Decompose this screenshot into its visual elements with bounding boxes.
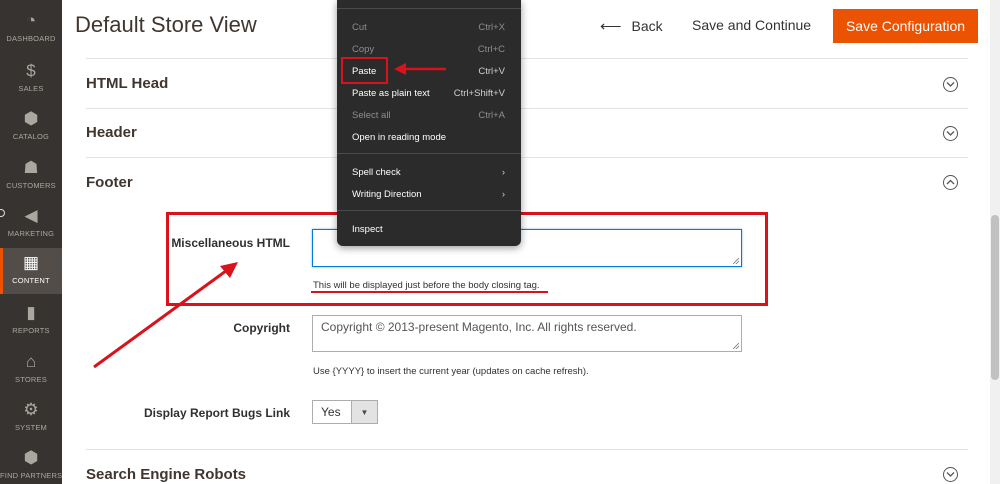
- menu-label: MARKETING: [7, 229, 55, 238]
- menu-label: CUSTOMERS: [6, 181, 56, 190]
- copyright-textarea[interactable]: Copyright © 2013-present Magento, Inc. A…: [312, 315, 742, 352]
- menu-item-dashboard[interactable]: ◔ DASHBOARD: [0, 6, 62, 54]
- dollar-icon: $: [26, 61, 36, 80]
- back-button[interactable]: ⟵ Back: [600, 17, 663, 35]
- ctx-shortcut: Ctrl+V: [478, 65, 505, 77]
- menu-separator: [337, 8, 521, 9]
- ctx-label: Open in reading mode: [352, 131, 447, 143]
- ctx-label: Copy: [352, 43, 375, 55]
- section-title: Search Engine Robots: [86, 466, 247, 483]
- ctx-shortcut: Ctrl+X: [478, 21, 505, 33]
- box-icon: ⬢: [23, 448, 39, 467]
- menu-item-marketing[interactable]: ◀ MARKETING: [0, 201, 62, 249]
- menu-item-find-partners[interactable]: ⬢ FIND PARTNERS: [0, 443, 62, 484]
- paste-arrow-annotation: [394, 63, 446, 75]
- section-title: Header: [86, 124, 137, 141]
- ctx-item-spell-check[interactable]: Spell check ›: [352, 163, 505, 181]
- save-and-continue-button[interactable]: Save and Continue: [692, 17, 811, 33]
- ctx-item-copy[interactable]: Copy Ctrl+C: [352, 40, 505, 58]
- caret-down-icon[interactable]: ▼: [351, 401, 377, 423]
- section-title[interactable]: Footer: [86, 174, 133, 191]
- ctx-item-select-all[interactable]: Select all Ctrl+A: [352, 106, 505, 124]
- ctx-label: Spell check: [352, 166, 401, 178]
- report-bugs-select[interactable]: Yes ▼: [312, 400, 378, 424]
- chevron-down-icon[interactable]: [943, 77, 958, 92]
- chevron-right-icon: ›: [501, 166, 505, 178]
- dashboard-icon: ◔: [25, 11, 37, 30]
- menu-item-stores[interactable]: ⌂ STORES: [0, 347, 62, 395]
- report-bugs-label: Display Report Bugs Link: [143, 406, 290, 420]
- menu-separator: [337, 153, 521, 154]
- ctx-item-cut[interactable]: Cut Ctrl+X: [352, 18, 505, 36]
- ctx-shortcut: Ctrl+Shift+V: [453, 87, 505, 99]
- page-scrollbar[interactable]: [990, 0, 1000, 484]
- menu-label: SYSTEM: [14, 423, 48, 432]
- menu-label: SALES: [18, 84, 44, 93]
- menu-item-reports[interactable]: ▮ REPORTS: [0, 298, 62, 346]
- scrollbar-thumb[interactable]: [991, 215, 999, 380]
- context-menu: Cut Ctrl+X Copy Ctrl+C Paste Ctrl+V Past…: [337, 0, 521, 246]
- save-configuration-button[interactable]: Save Configuration: [833, 9, 978, 43]
- chevron-right-icon: ›: [501, 188, 505, 200]
- cube-icon: ⬢: [23, 109, 39, 128]
- page-title: Default Store View: [75, 12, 257, 37]
- ctx-shortcut: Ctrl+C: [477, 43, 505, 55]
- ctx-item-writing-direction[interactable]: Writing Direction ›: [352, 185, 505, 203]
- menu-label: REPORTS: [12, 326, 50, 335]
- menu-label: DASHBOARD: [6, 34, 56, 43]
- megaphone-icon: ◀: [24, 206, 38, 225]
- section-header[interactable]: Header: [86, 108, 968, 157]
- back-label: Back: [631, 18, 663, 34]
- menu-item-system[interactable]: ⚙ SYSTEM: [0, 395, 62, 443]
- ctx-label: Paste as plain text: [352, 87, 430, 99]
- ctx-label: Select all: [352, 109, 391, 121]
- ctx-item-reading-mode[interactable]: Open in reading mode: [352, 128, 505, 146]
- arrow-left-icon: ⟵: [600, 18, 622, 35]
- gear-icon: ⚙: [23, 400, 39, 419]
- section-search-engine-robots[interactable]: Search Engine Robots: [86, 449, 968, 484]
- menu-label: STORES: [15, 375, 47, 384]
- chevron-down-icon[interactable]: [943, 126, 958, 141]
- paste-highlight-annotation: [341, 57, 388, 84]
- select-value: Yes: [321, 405, 341, 419]
- copyright-note: Use {YYYY} to insert the current year (u…: [313, 366, 589, 377]
- ctx-item-paste-plain[interactable]: Paste as plain text Ctrl+Shift+V: [352, 84, 505, 102]
- menu-separator: [337, 210, 521, 211]
- pointer-arrow-annotation: [93, 262, 238, 369]
- bar-chart-icon: ▮: [26, 303, 36, 322]
- menu-label: FIND PARTNERS: [0, 471, 63, 480]
- menu-item-content[interactable]: ▦ CONTENT: [0, 248, 62, 294]
- layout-icon: ▦: [22, 253, 40, 272]
- ctx-label: Writing Direction: [352, 188, 422, 200]
- menu-label: CATALOG: [12, 132, 50, 141]
- ctx-shortcut: Ctrl+A: [478, 109, 505, 121]
- storefront-icon: ⌂: [25, 352, 37, 371]
- menu-item-sales[interactable]: $ SALES: [0, 56, 62, 104]
- resize-grip-icon[interactable]: [733, 343, 739, 349]
- chevron-down-icon[interactable]: [943, 467, 958, 482]
- section-title: HTML Head: [86, 75, 169, 92]
- section-html-head[interactable]: HTML Head: [86, 58, 968, 108]
- chevron-up-icon[interactable]: [943, 175, 958, 190]
- person-icon: ☗: [23, 158, 39, 177]
- ctx-item-inspect[interactable]: Inspect: [352, 220, 505, 238]
- menu-label: CONTENT: [12, 276, 50, 285]
- ctx-label: Cut: [352, 21, 367, 33]
- admin-sidebar: ◔ DASHBOARD $ SALES ⬢ CATALOG ☗ CUSTOMER…: [0, 0, 62, 484]
- menu-item-customers[interactable]: ☗ CUSTOMERS: [0, 153, 62, 201]
- ctx-label: Inspect: [352, 223, 383, 235]
- menu-item-catalog[interactable]: ⬢ CATALOG: [0, 104, 62, 152]
